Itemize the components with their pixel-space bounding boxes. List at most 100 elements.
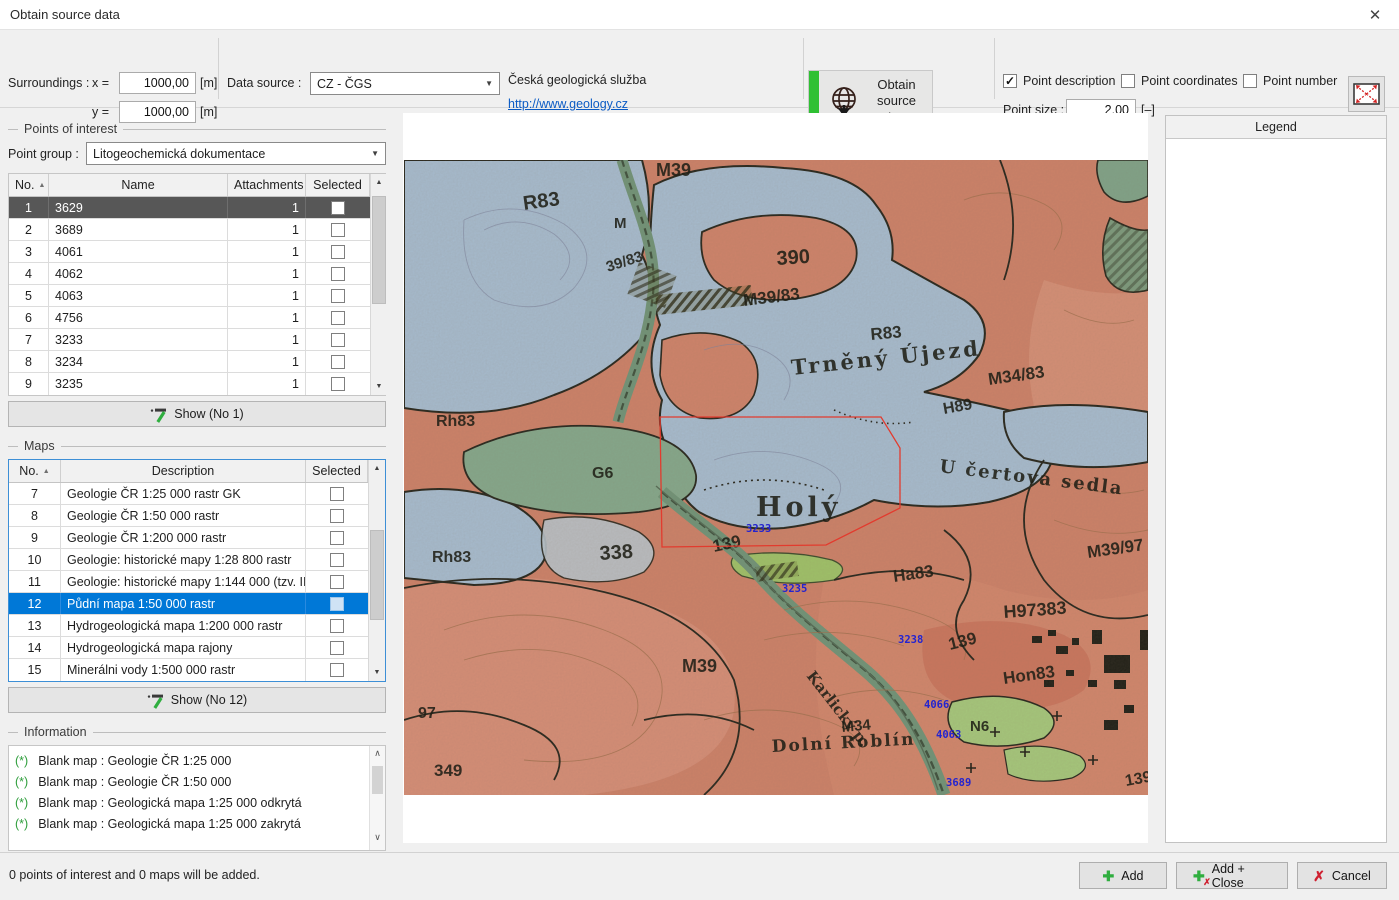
asterisk-icon: (*)	[15, 751, 28, 772]
option-point-coordinates[interactable]: Point coordinates	[1121, 74, 1238, 88]
add-close-button[interactable]: ✚✗ Add + Close	[1176, 862, 1288, 889]
cell-name: 4063	[49, 285, 228, 306]
x-unit: [m]	[200, 76, 217, 90]
information-scrollbar[interactable]: ∧ ∨	[369, 746, 385, 850]
cell-no: 5	[9, 285, 49, 306]
row-checkbox[interactable]	[330, 553, 344, 567]
information-group-title: Information	[24, 725, 87, 739]
title-bar: Obtain source data ✕	[0, 0, 1399, 30]
row-checkbox[interactable]	[330, 531, 344, 545]
option-checkbox[interactable]: ✓	[1003, 74, 1017, 88]
row-checkbox[interactable]	[330, 619, 344, 633]
cell-attachments: 1	[228, 307, 306, 328]
maps-scrollbar[interactable]: ▲ ▼	[368, 460, 385, 681]
show-point-button[interactable]: Show (No 1)	[8, 401, 386, 427]
add-close-label: Add + Close	[1212, 862, 1271, 890]
geological-map: M39R83M39/83390M39/83R83Trněný ÚjezdM34/…	[404, 160, 1148, 795]
cell-selected	[306, 285, 370, 306]
scroll-down-icon[interactable]: ▼	[369, 664, 385, 681]
show-point-label: Show (No 1)	[174, 407, 243, 421]
row-checkbox[interactable]	[330, 575, 344, 589]
maps-table-header[interactable]: No.▲ Description Selected	[9, 460, 368, 483]
row-checkbox[interactable]	[331, 201, 345, 215]
cell-no: 13	[9, 615, 61, 636]
show-map-button[interactable]: Show (No 12)	[8, 687, 386, 713]
scroll-down-icon[interactable]: ∨	[370, 832, 385, 848]
point-id-label: 4066	[924, 699, 949, 711]
x-input[interactable]: 1000,00	[119, 72, 196, 94]
maps-table-row[interactable]: 15Minerálni vody 1:500 000 rastr	[9, 659, 368, 681]
points-table-row[interactable]: 540631	[9, 285, 370, 307]
option-checkbox[interactable]	[1121, 74, 1135, 88]
row-checkbox[interactable]	[331, 355, 345, 369]
cell-name: 3235	[49, 373, 228, 395]
cancel-button[interactable]: ✗ Cancel	[1297, 862, 1387, 889]
row-checkbox[interactable]	[331, 245, 345, 259]
option-label: Point number	[1263, 74, 1337, 88]
scroll-up-icon[interactable]: ∧	[370, 748, 385, 764]
points-table-header[interactable]: No.▲ Name Attachments Selected	[9, 174, 370, 197]
scroll-down-icon[interactable]: ▼	[371, 378, 387, 395]
points-table-row[interactable]: 340611	[9, 241, 370, 263]
points-table-row[interactable]: 236891	[9, 219, 370, 241]
option-point-number[interactable]: Point number	[1243, 74, 1337, 88]
row-checkbox[interactable]	[331, 267, 345, 281]
cell-attachments: 1	[228, 373, 306, 395]
points-scrollbar[interactable]: ▲ ▼	[370, 174, 387, 395]
option-checkbox[interactable]	[1243, 74, 1257, 88]
scroll-up-icon[interactable]: ▲	[371, 174, 387, 191]
row-checkbox[interactable]	[330, 641, 344, 655]
row-checkbox[interactable]	[331, 333, 345, 347]
row-checkbox[interactable]	[330, 487, 344, 501]
points-table-row[interactable]: 832341	[9, 351, 370, 373]
data-source-dropdown[interactable]: CZ - ČGS ▼	[310, 72, 500, 95]
points-table-row[interactable]: 136291	[9, 197, 370, 219]
maps-table-row[interactable]: 11Geologie: historické mapy 1:144 000 (t…	[9, 571, 368, 593]
maps-table-row[interactable]: 14Hydrogeologická mapa rajony	[9, 637, 368, 659]
option-point-description[interactable]: ✓Point description	[1003, 74, 1115, 88]
cell-selected	[306, 307, 370, 328]
chevron-down-icon: ▼	[485, 79, 493, 88]
cell-selected	[306, 659, 368, 681]
row-checkbox[interactable]	[330, 597, 344, 611]
info-item: (*)Blank map : Geologie ČR 1:50 000	[15, 772, 365, 793]
information-scroll-thumb[interactable]	[372, 766, 383, 794]
cell-selected	[306, 571, 368, 592]
point-group-dropdown[interactable]: Litogeochemická dokumentace ▼	[86, 142, 386, 165]
row-checkbox[interactable]	[331, 223, 345, 237]
zoom-fit-button[interactable]	[1348, 76, 1385, 112]
maps-table-row[interactable]: 9Geologie ČR 1:200 000 rastr	[9, 527, 368, 549]
row-checkbox[interactable]	[330, 663, 344, 677]
cell-no: 7	[9, 483, 61, 504]
row-checkbox[interactable]	[330, 509, 344, 523]
row-checkbox[interactable]	[331, 377, 345, 391]
point-id-label: 3233	[746, 523, 771, 535]
cell-attachments: 1	[228, 219, 306, 240]
maps-table-row[interactable]: 8Geologie ČR 1:50 000 rastr	[9, 505, 368, 527]
map-view[interactable]: M39R83M39/83390M39/83R83Trněný ÚjezdM34/…	[403, 113, 1148, 843]
points-scroll-thumb[interactable]	[372, 196, 386, 304]
cell-selected	[306, 219, 370, 240]
maps-table-row[interactable]: 7Geologie ČR 1:25 000 rastr GK	[9, 483, 368, 505]
points-table-row[interactable]: 647561	[9, 307, 370, 329]
maps-table-row[interactable]: 13Hydrogeologická mapa 1:200 000 rastr	[9, 615, 368, 637]
cell-no: 3	[9, 241, 49, 262]
points-table-row[interactable]: 440621	[9, 263, 370, 285]
left-panel: Points of interest Point group : Litogeo…	[0, 108, 395, 852]
maps-scroll-thumb[interactable]	[370, 530, 384, 620]
points-table-row[interactable]: 932351	[9, 373, 370, 395]
cell-no: 8	[9, 351, 49, 372]
scroll-up-icon[interactable]: ▲	[369, 460, 385, 477]
cell-selected	[306, 373, 370, 395]
add-button[interactable]: ✚ Add	[1079, 862, 1167, 889]
maps-table-row[interactable]: 10Geologie: historické mapy 1:28 800 ras…	[9, 549, 368, 571]
points-table-row[interactable]: 732331	[9, 329, 370, 351]
close-icon[interactable]: ✕	[1361, 6, 1389, 24]
cell-selected	[306, 549, 368, 570]
maps-table-row[interactable]: 12Půdní mapa 1:50 000 rastr	[9, 593, 368, 615]
row-checkbox[interactable]	[331, 311, 345, 325]
source-link[interactable]: http://www.geology.cz	[508, 97, 628, 111]
cell-no: 8	[9, 505, 61, 526]
row-checkbox[interactable]	[331, 289, 345, 303]
point-id-label: 3689	[946, 777, 971, 789]
